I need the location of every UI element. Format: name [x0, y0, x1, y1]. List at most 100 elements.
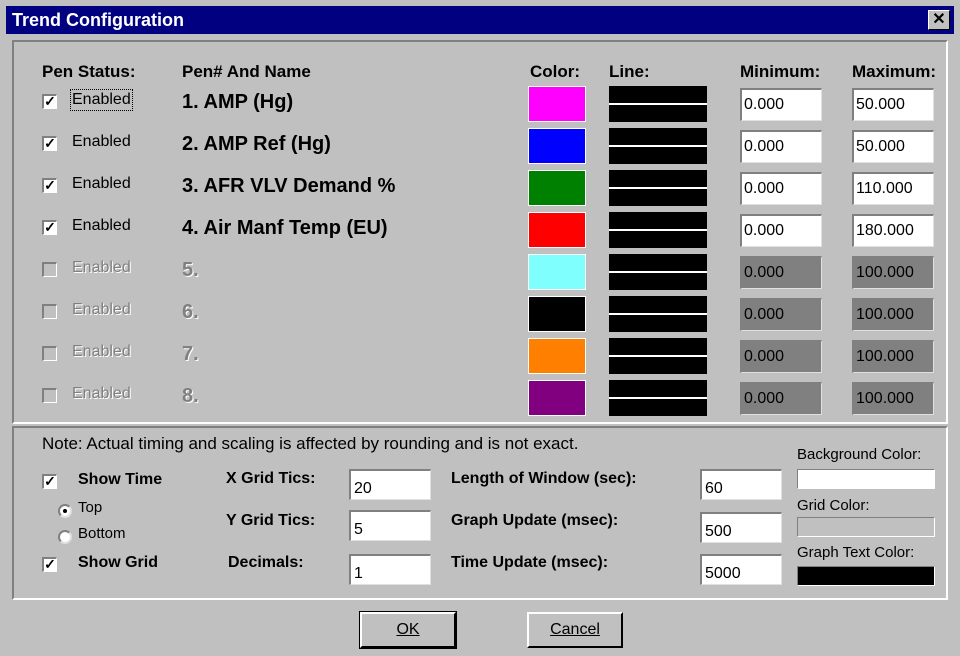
pen-line-style[interactable] — [609, 170, 707, 206]
pen-minimum-field[interactable]: 0.000 — [740, 256, 822, 289]
pen-enabled-label: Enabled — [72, 301, 131, 319]
pen-row-7: Enabled 7. 0.000 100.000 — [0, 335, 960, 377]
bottom-radio[interactable] — [58, 530, 72, 544]
pen-color-swatch[interactable] — [528, 128, 586, 164]
pen-enabled-checkbox[interactable]: ✓ — [42, 136, 57, 151]
pen-line-style[interactable] — [609, 212, 707, 248]
x-grid-tics-label: X Grid Tics: — [226, 470, 316, 487]
pen-name-header: Pen# And Name — [182, 62, 311, 81]
show-grid-checkbox[interactable]: ✓ — [42, 557, 57, 572]
pen-enabled-checkbox[interactable] — [42, 346, 57, 361]
pen-color-swatch[interactable] — [528, 338, 586, 374]
line-header: Line: — [609, 62, 650, 81]
pen-row-2: ✓ Enabled 2. AMP Ref (Hg) 0.000 50.000 — [0, 125, 960, 167]
pen-maximum-field[interactable]: 50.000 — [852, 88, 934, 121]
pen-row-3: ✓ Enabled 3. AFR VLV Demand % 0.000 110.000 — [0, 167, 960, 209]
pen-row-6: Enabled 6. 0.000 100.000 — [0, 293, 960, 335]
y-grid-tics-label: Y Grid Tics: — [226, 512, 316, 529]
close-icon[interactable]: ✕ — [928, 10, 950, 30]
pen-row-1: ✓ Enabled 1. AMP (Hg) 0.000 50.000 — [0, 83, 960, 125]
pen-enabled-label: Enabled — [72, 133, 131, 151]
pen-row-8: Enabled 8. 0.000 100.000 — [0, 377, 960, 419]
pen-enabled-label: Enabled — [70, 89, 133, 111]
x-grid-tics-field[interactable]: 20 — [349, 469, 431, 500]
pen-maximum-field[interactable]: 50.000 — [852, 130, 934, 163]
pen-enabled-label: Enabled — [72, 343, 131, 361]
pen-color-swatch[interactable] — [528, 212, 586, 248]
y-grid-tics-field[interactable]: 5 — [349, 510, 431, 541]
pen-enabled-checkbox[interactable]: ✓ — [42, 178, 57, 193]
pen-enabled-label: Enabled — [72, 259, 131, 277]
pen-minimum-field[interactable]: 0.000 — [740, 130, 822, 163]
pen-enabled-text: Enabled — [72, 343, 131, 360]
top-label: Top — [78, 499, 103, 516]
pen-enabled-checkbox[interactable] — [42, 304, 57, 319]
ok-button[interactable]: OK — [359, 611, 457, 649]
pen-minimum-field[interactable]: 0.000 — [740, 172, 822, 205]
pen-enabled-text: Enabled — [72, 175, 131, 192]
pen-enabled-checkbox[interactable] — [42, 262, 57, 277]
pen-name: 7. — [182, 343, 199, 365]
pen-line-style[interactable] — [609, 338, 707, 374]
pen-maximum-field[interactable]: 180.000 — [852, 214, 934, 247]
graph-text-color-label: Graph Text Color: — [797, 544, 915, 561]
trend-configuration-dialog: Trend Configuration ✕ Pen Status: Pen# A… — [0, 0, 960, 656]
grid-color-label: Grid Color: — [797, 497, 870, 514]
pen-name: 5. — [182, 259, 199, 281]
decimals-field[interactable]: 1 — [349, 554, 431, 585]
pen-line-style[interactable] — [609, 296, 707, 332]
background-color-label: Background Color: — [797, 446, 922, 463]
pen-enabled-text: Enabled — [72, 301, 131, 318]
pen-maximum-field[interactable]: 100.000 — [852, 256, 934, 289]
time-update-field[interactable]: 5000 — [700, 554, 782, 585]
pen-enabled-text: Enabled — [72, 217, 131, 234]
pen-line-style[interactable] — [609, 380, 707, 416]
pen-color-swatch[interactable] — [528, 380, 586, 416]
pen-minimum-field[interactable]: 0.000 — [740, 340, 822, 373]
pen-name: 8. — [182, 385, 199, 407]
pen-name: 2. AMP Ref (Hg) — [182, 133, 331, 155]
cancel-button[interactable]: Cancel — [527, 612, 623, 648]
pen-minimum-field[interactable]: 0.000 — [740, 214, 822, 247]
pen-color-swatch[interactable] — [528, 86, 586, 122]
pen-maximum-field[interactable]: 100.000 — [852, 340, 934, 373]
pen-minimum-field[interactable]: 0.000 — [740, 382, 822, 415]
show-time-checkbox[interactable]: ✓ — [42, 474, 57, 489]
pen-color-swatch[interactable] — [528, 170, 586, 206]
pen-line-style[interactable] — [609, 128, 707, 164]
top-radio[interactable] — [58, 504, 72, 518]
pen-maximum-field[interactable]: 110.000 — [852, 172, 934, 205]
pen-line-style[interactable] — [609, 86, 707, 122]
graph-update-field[interactable]: 500 — [700, 512, 782, 543]
pen-enabled-checkbox[interactable]: ✓ — [42, 94, 57, 109]
pen-name: 4. Air Manf Temp (EU) — [182, 217, 388, 239]
pen-minimum-field[interactable]: 0.000 — [740, 88, 822, 121]
pen-maximum-field[interactable]: 100.000 — [852, 382, 934, 415]
title-bar[interactable]: Trend Configuration ✕ — [6, 6, 954, 34]
pen-color-swatch[interactable] — [528, 254, 586, 290]
pen-enabled-label: Enabled — [72, 217, 131, 235]
length-of-window-field[interactable]: 60 — [700, 469, 782, 500]
pen-name: 1. AMP (Hg) — [182, 91, 294, 113]
time-update-label: Time Update (msec): — [451, 554, 609, 571]
graph-text-color-swatch[interactable] — [797, 566, 935, 586]
pen-row-5: Enabled 5. 0.000 100.000 — [0, 251, 960, 293]
note-text: Note: Actual timing and scaling is affec… — [42, 434, 579, 453]
pen-line-style[interactable] — [609, 254, 707, 290]
pen-enabled-text: Enabled — [72, 385, 131, 402]
maximum-header: Maximum: — [852, 62, 937, 81]
pen-maximum-field[interactable]: 100.000 — [852, 298, 934, 331]
pen-enabled-checkbox[interactable] — [42, 388, 57, 403]
pen-minimum-field[interactable]: 0.000 — [740, 298, 822, 331]
grid-color-swatch[interactable] — [797, 517, 935, 537]
ok-label: OK — [396, 621, 420, 638]
pen-enabled-text: Enabled — [72, 133, 131, 150]
pen-row-4: ✓ Enabled 4. Air Manf Temp (EU) 0.000 180.00… — [0, 209, 960, 251]
pen-enabled-checkbox[interactable]: ✓ — [42, 220, 57, 235]
pen-color-swatch[interactable] — [528, 296, 586, 332]
length-of-window-label: Length of Window (sec): — [451, 470, 637, 487]
graph-update-label: Graph Update (msec): — [451, 512, 619, 529]
pen-enabled-text: Enabled — [72, 91, 131, 108]
pen-name: 3. AFR VLV Demand % — [182, 175, 396, 197]
background-color-swatch[interactable] — [797, 469, 935, 489]
